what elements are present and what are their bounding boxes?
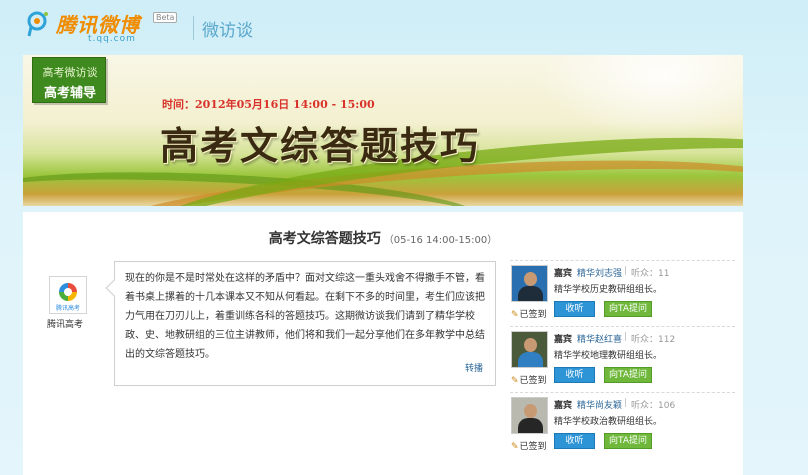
bubble-arrow [105,279,123,297]
host-org[interactable]: 腾讯高考 腾讯高考 [47,276,91,330]
avatar-head [524,338,537,352]
listener-count: 听众：106 [631,401,676,411]
guest-avatar[interactable] [511,331,548,368]
section-title[interactable]: 微访谈 [202,16,253,41]
ask-question-button[interactable]: 向TA提问 [604,301,652,317]
guest-name[interactable]: 精华刘志强 [577,266,622,279]
pen-icon: ✎ [511,376,519,386]
signed-in-label: 已签到 [519,376,547,386]
weibo-logo-icon [27,11,48,37]
banner-title: 高考文综答题技巧 [160,124,481,168]
signed-in-label: 已签到 [519,442,547,452]
signed-in-status: ✎已签到 [511,307,547,320]
guest-role: 嘉宾 [554,401,573,411]
ask-question-button[interactable]: 向TA提问 [604,367,652,383]
host-avatar-label: 腾讯高考 [55,305,80,312]
guest-item: ✎已签到 嘉宾 精华尚友颖 | 听众：106 精华学校政治教研组组长。 收听 向… [510,392,735,458]
avatar-figure [518,418,543,433]
avatar-figure [518,286,543,301]
interview-title: 高考文综答题技巧 [268,231,381,247]
host-avatar[interactable]: 腾讯高考 [49,276,87,314]
signed-in-status: ✎已签到 [511,439,547,452]
signed-in-label: 已签到 [519,310,547,320]
avatar-figure [518,352,543,367]
logo-center [64,288,72,296]
header-divider [193,16,194,40]
pen-icon: ✎ [511,310,519,320]
ask-question-button[interactable]: 向TA提问 [604,433,652,449]
guest-description: 精华学校政治教研组组长。 [554,417,663,427]
separator: | [624,266,628,276]
card-title-row: 高考文综答题技巧 （05-16 14:00-15:00） [23,228,743,248]
follow-button[interactable]: 收听 [554,301,595,317]
guest-avatar[interactable] [511,265,548,302]
listener-count: 听众：11 [631,269,670,279]
beta-badge: Beta [153,12,178,23]
tencent-weibo-logo[interactable]: 腾讯微博 Beta t.qq.com [26,9,186,45]
listener-count: 听众：112 [631,335,676,345]
banner: 高考微访谈 高考辅导 时间：2012年05月16日 14:00 - 15:00 … [23,55,743,206]
guest-avatar[interactable] [511,397,548,434]
pen-icon: ✎ [511,442,519,452]
separator: | [624,332,628,342]
follow-button[interactable]: 收听 [554,367,595,383]
avatar-head [524,272,537,286]
badge-top-label: 高考微访谈 [42,66,98,79]
interview-time-range: （05-16 14:00-15:00） [383,235,498,246]
guest-item: ✎已签到 嘉宾 精华赵红喜 | 听众：112 精华学校地理教研组组长。 收听 向… [510,326,735,392]
intro-text: 现在的你是不是时常处在这样的矛盾中？面对文综这一重头戏舍不得撒手不管，看着书桌上… [125,273,485,360]
avatar-head [524,404,537,418]
follow-button[interactable]: 收听 [554,433,595,449]
signed-in-status: ✎已签到 [511,373,547,386]
guest-name[interactable]: 精华尚友颖 [577,398,622,411]
guest-description: 精华学校历史教研组组长。 [554,285,663,295]
header: 腾讯微博 Beta t.qq.com 微访谈 [0,0,808,52]
category-badge: 高考微访谈 高考辅导 [32,57,106,103]
event-time: 时间：2012年05月16日 14:00 - 15:00 [162,98,375,111]
intro-bubble: 现在的你是不是时常处在这样的矛盾中？面对文综这一重头戏舍不得撒手不管，看着书桌上… [105,261,496,386]
host-name[interactable]: 腾讯高考 [47,317,91,330]
separator: | [624,398,628,408]
guest-name[interactable]: 精华赵红喜 [577,332,622,345]
guest-list: ✎已签到 嘉宾 精华刘志强 | 听众：11 精华学校历史教研组组长。 收听 向T… [510,260,735,458]
guest-role: 嘉宾 [554,335,573,345]
badge-bottom-label: 高考辅导 [43,86,96,101]
guest-role: 嘉宾 [554,269,573,279]
guest-item: ✎已签到 嘉宾 精华刘志强 | 听众：11 精华学校历史教研组组长。 收听 向T… [510,260,735,326]
interview-card: 高考文综答题技巧 （05-16 14:00-15:00） 腾讯高考 腾讯高考 现在… [23,212,743,475]
guest-description: 精华学校地理教研组组长。 [554,351,663,361]
repost-link[interactable]: 转播 [465,361,483,374]
logo-domain: t.qq.com [88,34,136,44]
